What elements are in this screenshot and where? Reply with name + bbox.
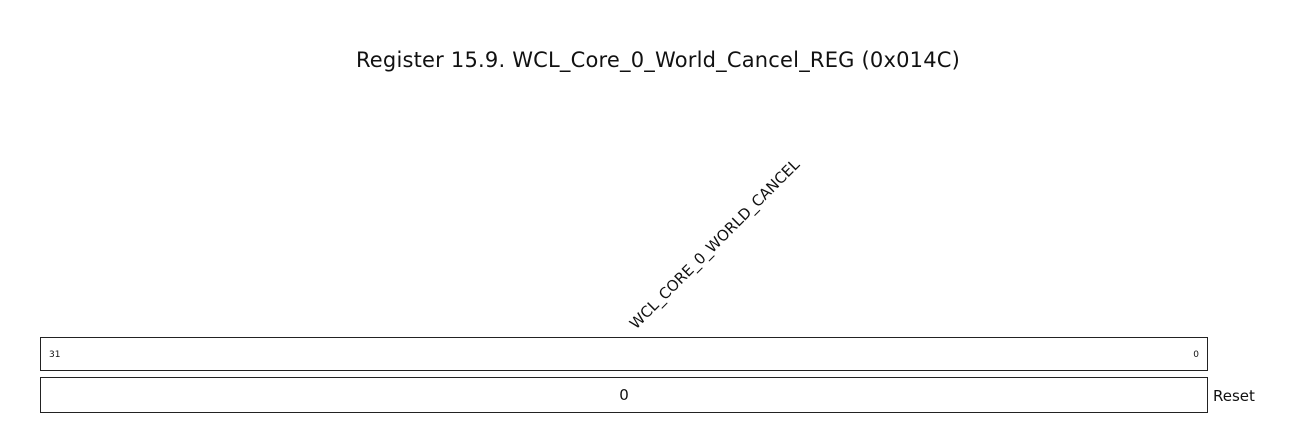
field-name-label: WCL_CORE_0_WORLD_CANCEL (626, 155, 804, 333)
bit-high-label: 31 (49, 350, 61, 360)
reset-label: Reset (1213, 387, 1255, 405)
register-title: Register 15.9. WCL_Core_0_World_Cancel_R… (355, 48, 961, 72)
bit-range-row: 31 0 (40, 337, 1208, 371)
bit-low-label: 0 (1193, 350, 1199, 360)
reset-value-cell: 0 (40, 377, 1208, 413)
